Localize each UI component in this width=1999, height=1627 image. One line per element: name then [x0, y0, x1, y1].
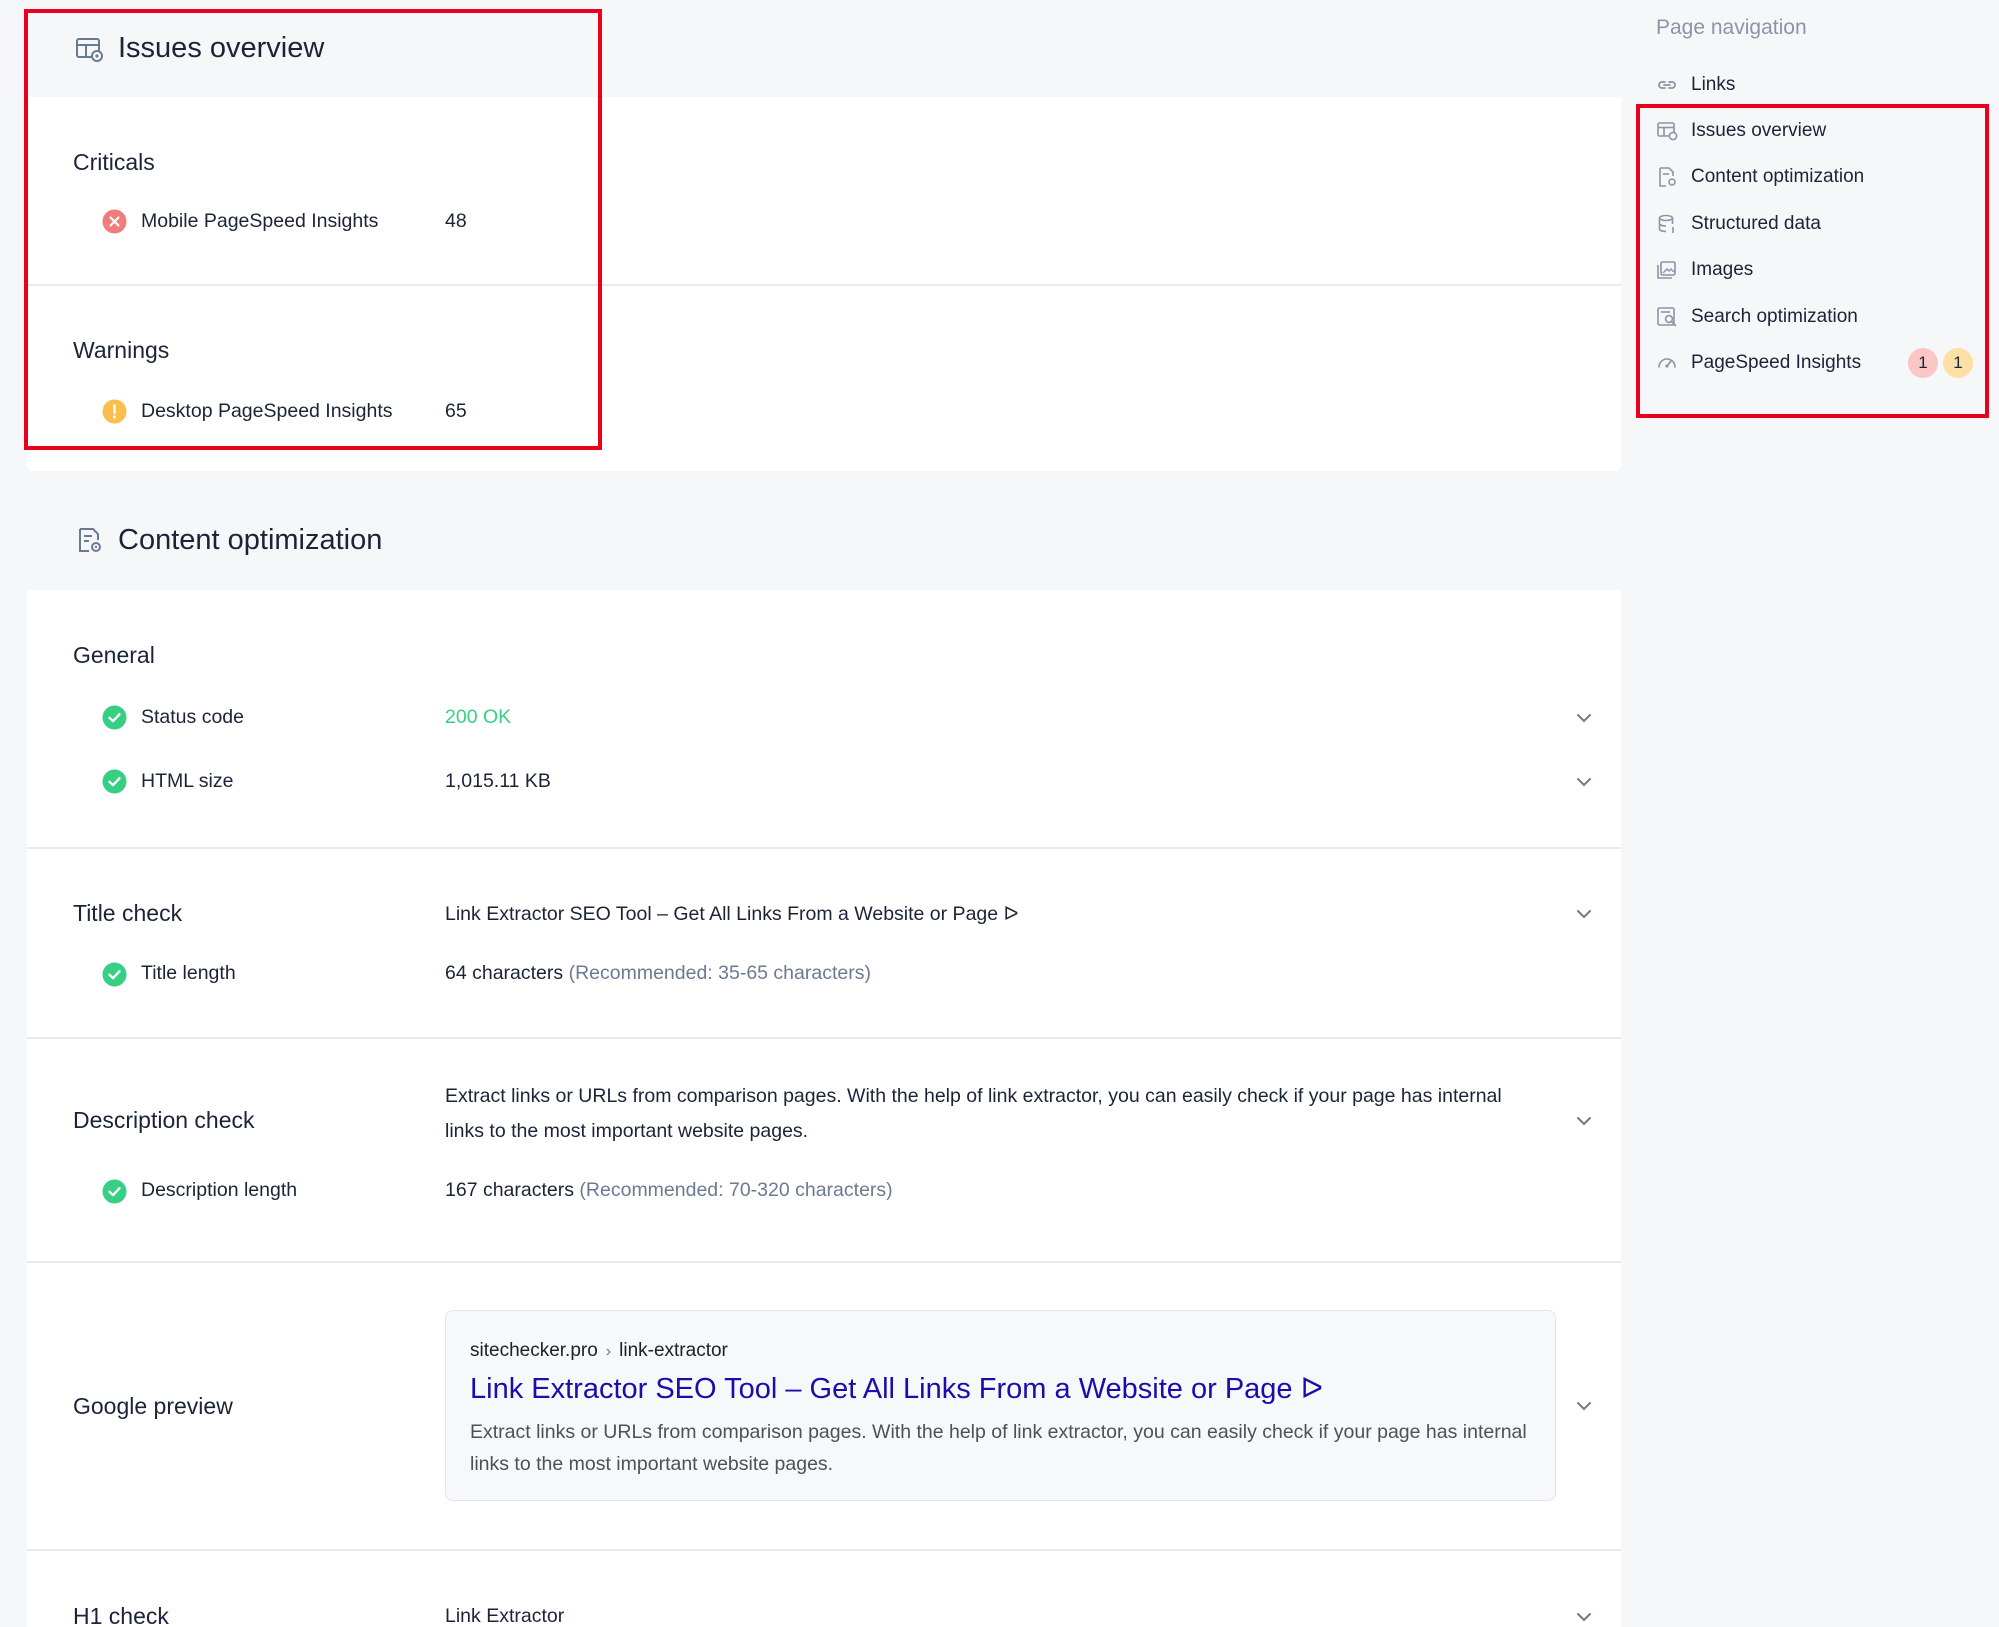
google-preview-section: Google preview sitechecker.pro › link-extr…: [27, 1261, 1621, 1549]
html-size-label: HTML size: [141, 770, 234, 792]
google-preview-description: Extract links or URLs from comparison pa…: [470, 1421, 1527, 1475]
status-code-value: 200 OK: [445, 706, 512, 728]
title-length-hint: (Recommended: 35-65 characters): [568, 962, 871, 984]
check-icon: [102, 769, 127, 794]
description-length-hint: (Recommended: 70-320 characters): [579, 1179, 893, 1201]
description-length-label: Description length: [141, 1179, 298, 1201]
title-check-value: Link Extractor SEO Tool – Get All Links …: [445, 903, 1019, 925]
content-icon: [79, 528, 101, 552]
chevron-down-icon[interactable]: [1574, 708, 1594, 728]
chevron-down-icon[interactable]: [1574, 772, 1594, 792]
description-length-value: 167 characters (Recommended: 70-320 char…: [445, 1179, 893, 1202]
google-preview-path: link-extractor: [619, 1340, 728, 1361]
highlight-box-issues-overview: [24, 9, 602, 450]
title-length-count: 64 characters: [445, 962, 564, 984]
chevron-down-icon[interactable]: [1574, 904, 1594, 924]
google-preview-url: sitechecker.pro › link-extractor: [470, 1340, 728, 1362]
title-length-label: Title length: [141, 962, 236, 984]
chevron-down-icon[interactable]: [1574, 1111, 1594, 1131]
description-length-count: 167 characters: [445, 1179, 574, 1201]
breadcrumb-separator: ›: [605, 1343, 612, 1360]
title-check-heading: Title check: [73, 900, 183, 926]
check-icon: [102, 962, 127, 987]
description-check-heading: Description check: [73, 1107, 255, 1133]
google-preview-heading: Google preview: [73, 1393, 233, 1419]
general-heading: General: [73, 642, 155, 668]
content-optimization-title: Content optimization: [118, 523, 383, 556]
html-size-value: 1,015.11 KB: [445, 770, 551, 792]
title-check-section: Title check Link Extractor SEO Tool – Ge…: [27, 847, 1621, 1037]
description-check-section: Description check Extract links or URLs …: [27, 1037, 1621, 1261]
chevron-down-icon[interactable]: [1574, 1607, 1594, 1627]
h1-check-section: H1 check Link Extractor: [27, 1549, 1621, 1627]
content-optimization-header: Content optimization: [27, 490, 1621, 590]
status-code-label: Status code: [141, 706, 244, 728]
nav-item-links[interactable]: Links: [1656, 70, 1735, 100]
h1-check-heading: H1 check: [73, 1603, 169, 1627]
google-preview-box: sitechecker.pro › link-extractor Link Extr…: [445, 1310, 1556, 1501]
link-icon: [1658, 81, 1676, 89]
highlight-box-page-navigation: [1636, 104, 1989, 418]
chevron-down-icon[interactable]: [1574, 1396, 1594, 1416]
nav-label-links: Links: [1691, 74, 1736, 95]
description-check-value: Extract links or URLs from comparison pa…: [445, 1085, 1502, 1142]
content-optimization-card: Content optimization General Status code…: [27, 490, 1621, 1627]
check-icon: [102, 705, 127, 730]
google-preview-title[interactable]: Link Extractor SEO Tool – Get All Links …: [470, 1371, 1323, 1406]
page-navigation-heading: Page navigation: [1656, 16, 1807, 39]
check-icon: [102, 1179, 127, 1204]
general-section: General Status code 200 OK HTML size 1,0…: [27, 590, 1621, 847]
google-preview-domain: sitechecker.pro: [470, 1340, 598, 1361]
title-length-value: 64 characters (Recommended: 35-65 charac…: [445, 962, 871, 985]
h1-check-value: Link Extractor: [445, 1605, 565, 1627]
